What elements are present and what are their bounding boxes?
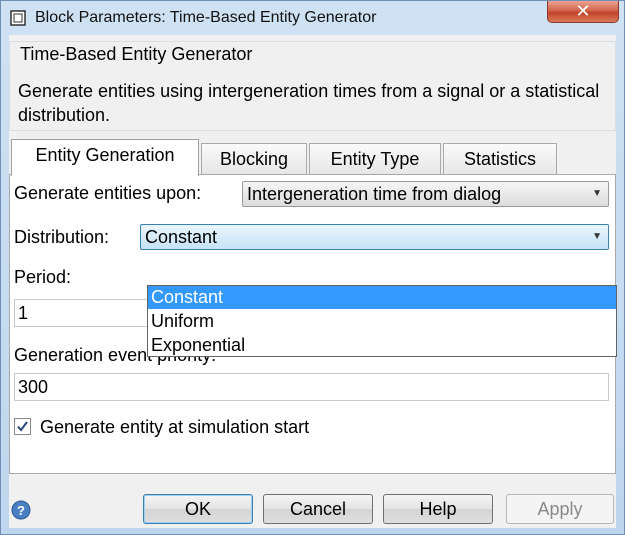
close-button[interactable]: ✕ xyxy=(547,1,619,23)
dropdown-option-uniform[interactable]: Uniform xyxy=(148,310,616,333)
period-label: Period: xyxy=(14,267,72,287)
checkmark-icon xyxy=(17,421,28,432)
tab-statistics[interactable]: Statistics xyxy=(443,143,557,175)
cancel-button[interactable]: Cancel xyxy=(263,494,373,524)
tab-blocking[interactable]: Blocking xyxy=(201,143,307,175)
dropdown-option-constant[interactable]: Constant xyxy=(148,286,616,309)
distribution-value: Constant xyxy=(145,227,218,247)
dialog-client-area: Time-Based Entity Generator Generate ent… xyxy=(9,35,617,528)
close-icon: ✕ xyxy=(575,1,591,21)
window-title: Block Parameters: Time-Based Entity Gene… xyxy=(35,9,377,26)
simulink-block-icon xyxy=(10,10,26,26)
ok-button[interactable]: OK xyxy=(143,494,253,524)
simulation-start-checkbox[interactable] xyxy=(14,418,31,435)
dialog-window: Block Parameters: Time-Based Entity Gene… xyxy=(0,0,625,535)
tab-entity-type[interactable]: Entity Type xyxy=(309,143,441,175)
generate-upon-label: Generate entities upon: xyxy=(14,183,202,203)
tab-strip: Entity Generation Blocking Entity Type S… xyxy=(9,139,616,176)
generate-upon-value: Intergeneration time from dialog xyxy=(247,184,502,204)
svg-text:?: ? xyxy=(17,503,25,518)
distribution-select[interactable]: Constant ▼ xyxy=(140,224,609,250)
block-description-group: Time-Based Entity Generator Generate ent… xyxy=(9,41,616,131)
block-name: Time-Based Entity Generator xyxy=(20,44,253,64)
simulation-start-label: Generate entity at simulation start xyxy=(40,417,310,437)
block-description: Generate entities using intergeneration … xyxy=(18,81,600,125)
tab-entity-generation[interactable]: Entity Generation xyxy=(11,139,199,176)
title-bar[interactable]: Block Parameters: Time-Based Entity Gene… xyxy=(1,1,624,35)
dropdown-option-exponential[interactable]: Exponential xyxy=(148,334,616,357)
distribution-dropdown-list: Constant Uniform Exponential xyxy=(147,285,617,357)
help-icon[interactable]: ? xyxy=(11,500,31,520)
apply-button[interactable]: Apply xyxy=(506,494,614,524)
priority-field[interactable]: 300 xyxy=(14,373,609,401)
help-button[interactable]: Help xyxy=(383,494,493,524)
chevron-down-icon: ▼ xyxy=(592,231,602,242)
distribution-label: Distribution: xyxy=(14,227,110,247)
chevron-down-icon: ▼ xyxy=(592,188,602,199)
generate-upon-select[interactable]: Intergeneration time from dialog ▼ xyxy=(242,181,609,207)
